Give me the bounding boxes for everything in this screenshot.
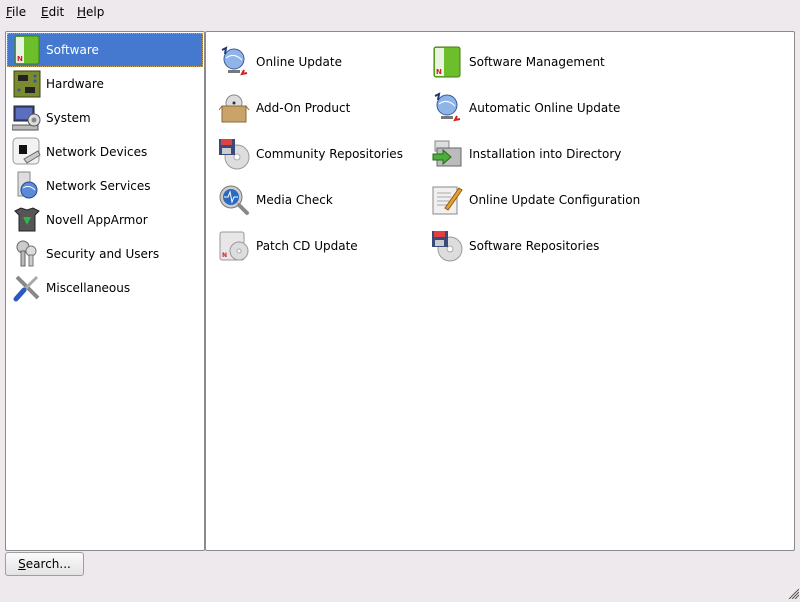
- floppy-cd-icon: [431, 230, 463, 262]
- svg-text:N: N: [17, 55, 23, 63]
- menu-bar: File Edit Help: [0, 0, 800, 24]
- module-installation-into-directory[interactable]: Installation into Directory: [431, 137, 621, 171]
- module-automatic-online-update[interactable]: Automatic Online Update: [431, 91, 620, 125]
- module-label: Online Update: [256, 55, 342, 69]
- globe-update-icon: [431, 92, 463, 124]
- keys-icon: [12, 239, 42, 269]
- module-panel: Online Update Add-On Product Community R…: [205, 31, 795, 551]
- category-network-services[interactable]: Network Services: [7, 169, 203, 203]
- category-label: Hardware: [46, 77, 104, 91]
- software-package-icon: N: [431, 46, 463, 78]
- magnifier-cd-icon: [218, 184, 250, 216]
- category-security-and-users[interactable]: Security and Users: [7, 237, 203, 271]
- menu-edit-mnemonic: E: [41, 5, 49, 19]
- menu-file-label: ile: [12, 5, 27, 19]
- svg-text:N: N: [436, 68, 442, 76]
- module-software-repositories[interactable]: Software Repositories: [431, 229, 599, 263]
- category-label: Network Devices: [46, 145, 148, 159]
- circuit-board-icon: [12, 69, 42, 99]
- tools-icon: [12, 273, 42, 303]
- module-online-update[interactable]: Online Update: [218, 45, 342, 79]
- document-pencil-icon: [431, 184, 463, 216]
- globe-update-icon: [218, 46, 250, 78]
- module-add-on-product[interactable]: Add-On Product: [218, 91, 350, 125]
- category-label: System: [46, 111, 91, 125]
- computer-gear-icon: [12, 103, 42, 133]
- module-online-update-configuration[interactable]: Online Update Configuration: [431, 183, 640, 217]
- category-label: Network Services: [46, 179, 151, 193]
- module-software-management[interactable]: N Software Management: [431, 45, 605, 79]
- module-label: Patch CD Update: [256, 239, 358, 253]
- module-media-check[interactable]: Media Check: [218, 183, 333, 217]
- menu-edit-label: dit: [48, 5, 65, 19]
- module-label: Installation into Directory: [469, 147, 622, 161]
- apparmor-shield-icon: [12, 205, 42, 235]
- module-label: Software Management: [469, 55, 605, 69]
- module-patch-cd-update[interactable]: N Patch CD Update: [218, 229, 358, 263]
- category-label: Novell AppArmor: [46, 213, 148, 227]
- svg-text:N: N: [222, 252, 227, 259]
- category-label: Miscellaneous: [46, 281, 131, 295]
- module-label: Media Check: [256, 193, 333, 207]
- search-button[interactable]: Search...: [5, 552, 84, 576]
- patch-cd-icon: N: [218, 230, 250, 262]
- menu-edit[interactable]: Edit: [41, 5, 64, 19]
- module-label: Online Update Configuration: [469, 193, 641, 207]
- module-label: Automatic Online Update: [469, 101, 621, 115]
- search-mnemonic: S: [18, 557, 26, 571]
- menu-help-label: elp: [86, 5, 105, 19]
- menu-file[interactable]: File: [6, 5, 26, 19]
- module-label: Add-On Product: [256, 101, 351, 115]
- network-plug-icon: [12, 137, 42, 167]
- box-cd-icon: [218, 92, 250, 124]
- module-community-repositories[interactable]: Community Repositories: [218, 137, 403, 171]
- category-hardware[interactable]: Hardware: [7, 67, 203, 101]
- category-list: N Software Hardware System Network Devic…: [5, 31, 205, 551]
- category-novell-apparmor[interactable]: Novell AppArmor: [7, 203, 203, 237]
- category-software[interactable]: N Software: [7, 33, 203, 67]
- network-globe-server-icon: [12, 171, 42, 201]
- category-label: Security and Users: [46, 247, 160, 261]
- category-label: Software: [46, 43, 99, 57]
- search-label: earch...: [25, 557, 71, 571]
- folder-arrow-icon: [431, 138, 463, 170]
- module-label: Software Repositories: [469, 239, 600, 253]
- floppy-cd-icon: [218, 138, 250, 170]
- software-package-icon: N: [12, 35, 42, 65]
- category-miscellaneous[interactable]: Miscellaneous: [7, 271, 203, 305]
- module-label: Community Repositories: [256, 147, 403, 161]
- resize-grip-icon[interactable]: [787, 587, 800, 600]
- category-network-devices[interactable]: Network Devices: [7, 135, 203, 169]
- category-system[interactable]: System: [7, 101, 203, 135]
- menu-help-mnemonic: H: [77, 5, 87, 19]
- menu-help[interactable]: Help: [77, 5, 104, 19]
